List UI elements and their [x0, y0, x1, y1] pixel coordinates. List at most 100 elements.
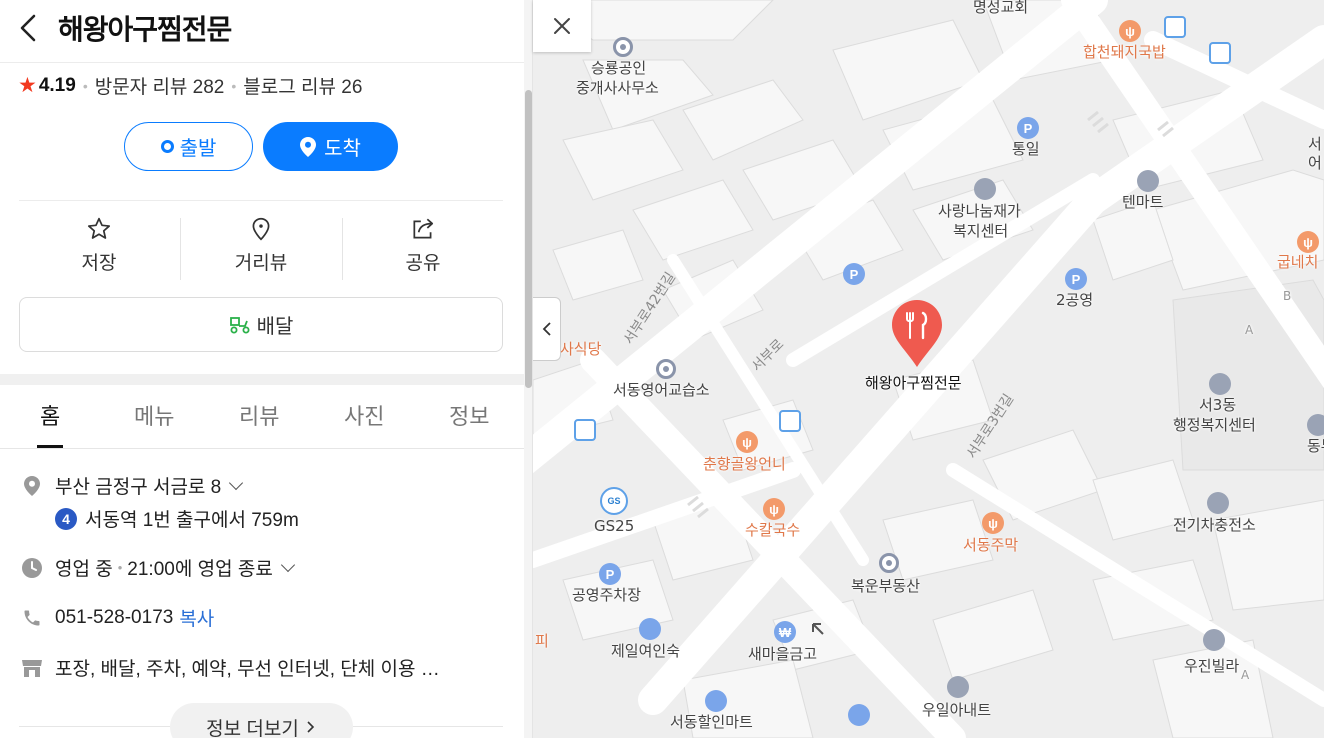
map-label[interactable]: 합천돼지국밥	[1083, 43, 1166, 62]
school-icon[interactable]	[656, 359, 676, 379]
address-row[interactable]: 부산 금정구 서금로 8	[19, 472, 244, 499]
gs25-icon[interactable]: GS	[600, 487, 628, 515]
map-label[interactable]: 서동주막	[963, 536, 1018, 555]
close-map-button[interactable]	[533, 0, 591, 52]
map-canvas[interactable]: ψ P P P ψ ψ GS ψ ψ P ₩ 명성교회 합천돼지국밥 승룡공인 …	[533, 0, 1324, 738]
apartment-icon[interactable]	[947, 676, 969, 698]
active-tab-indicator	[37, 445, 63, 448]
back-button[interactable]	[14, 10, 44, 46]
copy-phone-button[interactable]: 복사	[179, 604, 214, 631]
subway-directions: 서동역 1번 출구에서 759m	[85, 510, 299, 531]
separator-dot: •	[117, 560, 123, 575]
map-label[interactable]: 복운부동산	[851, 577, 920, 596]
map-label[interactable]: 동부고	[1307, 437, 1324, 456]
restaurant-icon[interactable]: ψ	[982, 512, 1004, 534]
bank-icon[interactable]: ₩	[774, 621, 796, 643]
visitor-reviews-link[interactable]: 방문자 리뷰 282	[95, 72, 225, 99]
map-label[interactable]: 텐마트	[1122, 193, 1163, 212]
tab-info[interactable]: 정보	[449, 399, 489, 431]
tab-reviews[interactable]: 리뷰	[239, 399, 279, 431]
map-label[interactable]: 명성교회	[973, 0, 1028, 17]
share-button[interactable]: 공유	[343, 212, 503, 282]
restaurant-icon[interactable]: ψ	[736, 431, 758, 453]
map-label[interactable]: GS25	[594, 517, 634, 536]
map-label: B	[1283, 289, 1292, 303]
realty-icon[interactable]	[613, 37, 633, 57]
open-status: 영업 중	[55, 559, 113, 580]
bus-stop-icon[interactable]	[1164, 16, 1186, 38]
collapse-panel-button[interactable]	[533, 297, 561, 361]
parking-icon[interactable]: P	[843, 263, 865, 285]
apartment-icon[interactable]	[1203, 629, 1225, 651]
restaurant-icon[interactable]: ψ	[1297, 231, 1319, 253]
blog-reviews-link[interactable]: 블로그 리뷰 26	[243, 72, 362, 99]
scrollbar-thumb[interactable]	[525, 90, 532, 388]
hours-row[interactable]: 영업 중 • 21:00에 영업 종료	[19, 554, 295, 581]
phone-number: 051-528-0173	[55, 606, 174, 628]
map-label[interactable]: 사랑나눔재가	[938, 202, 1021, 221]
tab-menu[interactable]: 메뉴	[134, 399, 174, 431]
tab-bar: 홈 메뉴 리뷰 사진 정보	[0, 385, 524, 449]
arrive-button[interactable]: 도착	[263, 122, 398, 171]
bus-stop-icon[interactable]	[779, 410, 801, 432]
ev-charger-icon[interactable]	[1207, 492, 1229, 514]
map-label[interactable]: 전기차충전소	[1173, 516, 1256, 535]
map-label[interactable]: 새마을금고	[748, 645, 817, 664]
government-icon[interactable]	[1209, 373, 1231, 395]
map-label[interactable]: 춘향골왕언니	[703, 455, 786, 474]
mart-icon[interactable]	[705, 690, 727, 712]
parking-icon[interactable]: P	[1065, 268, 1087, 290]
map-label[interactable]: 수칼국수	[745, 521, 800, 540]
share-icon	[413, 218, 434, 239]
phone-icon	[24, 610, 40, 625]
rating-score: 4.19	[38, 74, 76, 96]
restaurant-icon[interactable]: ψ	[1119, 20, 1141, 42]
selected-place-label[interactable]: 해왕아구찜전문	[865, 374, 962, 393]
subway-row: 4 서동역 1번 출구에서 759m	[55, 505, 299, 532]
parking-icon[interactable]: P	[599, 563, 621, 585]
map-pin-outline-icon	[252, 217, 270, 241]
map-label[interactable]: 중개사사무소	[576, 79, 659, 98]
map-label[interactable]: 서3동	[1199, 396, 1236, 415]
bus-stop-icon[interactable]	[574, 419, 596, 441]
map-label[interactable]: 굽네치	[1277, 253, 1318, 272]
star-outline-icon	[87, 217, 111, 239]
map-label[interactable]: 서 어	[1308, 135, 1322, 173]
map-label[interactable]: 공영주차장	[572, 586, 641, 605]
map-label[interactable]: 우일아내트	[922, 701, 991, 720]
tab-photos[interactable]: 사진	[344, 399, 384, 431]
map-label[interactable]: 사식당	[560, 340, 601, 359]
map-label[interactable]: 2공영	[1056, 291, 1093, 310]
bus-stop-icon[interactable]	[1209, 42, 1231, 64]
more-info-button[interactable]: 정보 더보기	[170, 703, 353, 738]
chevron-right-icon	[307, 721, 314, 733]
closing-time: 21:00에 영업 종료	[127, 559, 273, 580]
mart-icon[interactable]	[1137, 170, 1159, 192]
parking-icon[interactable]: P	[1017, 117, 1039, 139]
map-label[interactable]: 통일	[1012, 140, 1040, 159]
mart-icon[interactable]	[848, 704, 870, 726]
delivery-button[interactable]: 배달	[19, 297, 503, 352]
welfare-icon[interactable]	[974, 178, 996, 200]
restaurant-icon[interactable]: ψ	[763, 498, 785, 520]
map-label[interactable]: 피	[535, 632, 549, 651]
streetview-button[interactable]: 거리뷰	[181, 212, 341, 282]
map-label[interactable]: 복지센터	[953, 222, 1008, 241]
share-label: 공유	[405, 253, 441, 274]
depart-button[interactable]: 출발	[124, 122, 253, 171]
map-label[interactable]: 제일여인숙	[611, 642, 680, 661]
realty-icon[interactable]	[879, 553, 899, 573]
lodging-icon[interactable]	[639, 618, 661, 640]
map-label[interactable]: 우진빌라	[1184, 657, 1239, 676]
map-label[interactable]: 서동할인마트	[670, 713, 753, 732]
subway-line-badge: 4	[55, 507, 77, 530]
map-label[interactable]: 승룡공인	[591, 59, 646, 78]
delivery-scooter-icon	[229, 316, 250, 333]
save-button[interactable]: 저장	[19, 212, 179, 282]
school-icon[interactable]	[1307, 414, 1324, 436]
map-label[interactable]: 행정복지센터	[1173, 416, 1256, 435]
depart-label: 출발	[179, 138, 217, 160]
clock-icon	[22, 557, 42, 578]
tab-home[interactable]: 홈	[40, 399, 60, 431]
map-label[interactable]: 서동영어교습소	[613, 381, 710, 400]
